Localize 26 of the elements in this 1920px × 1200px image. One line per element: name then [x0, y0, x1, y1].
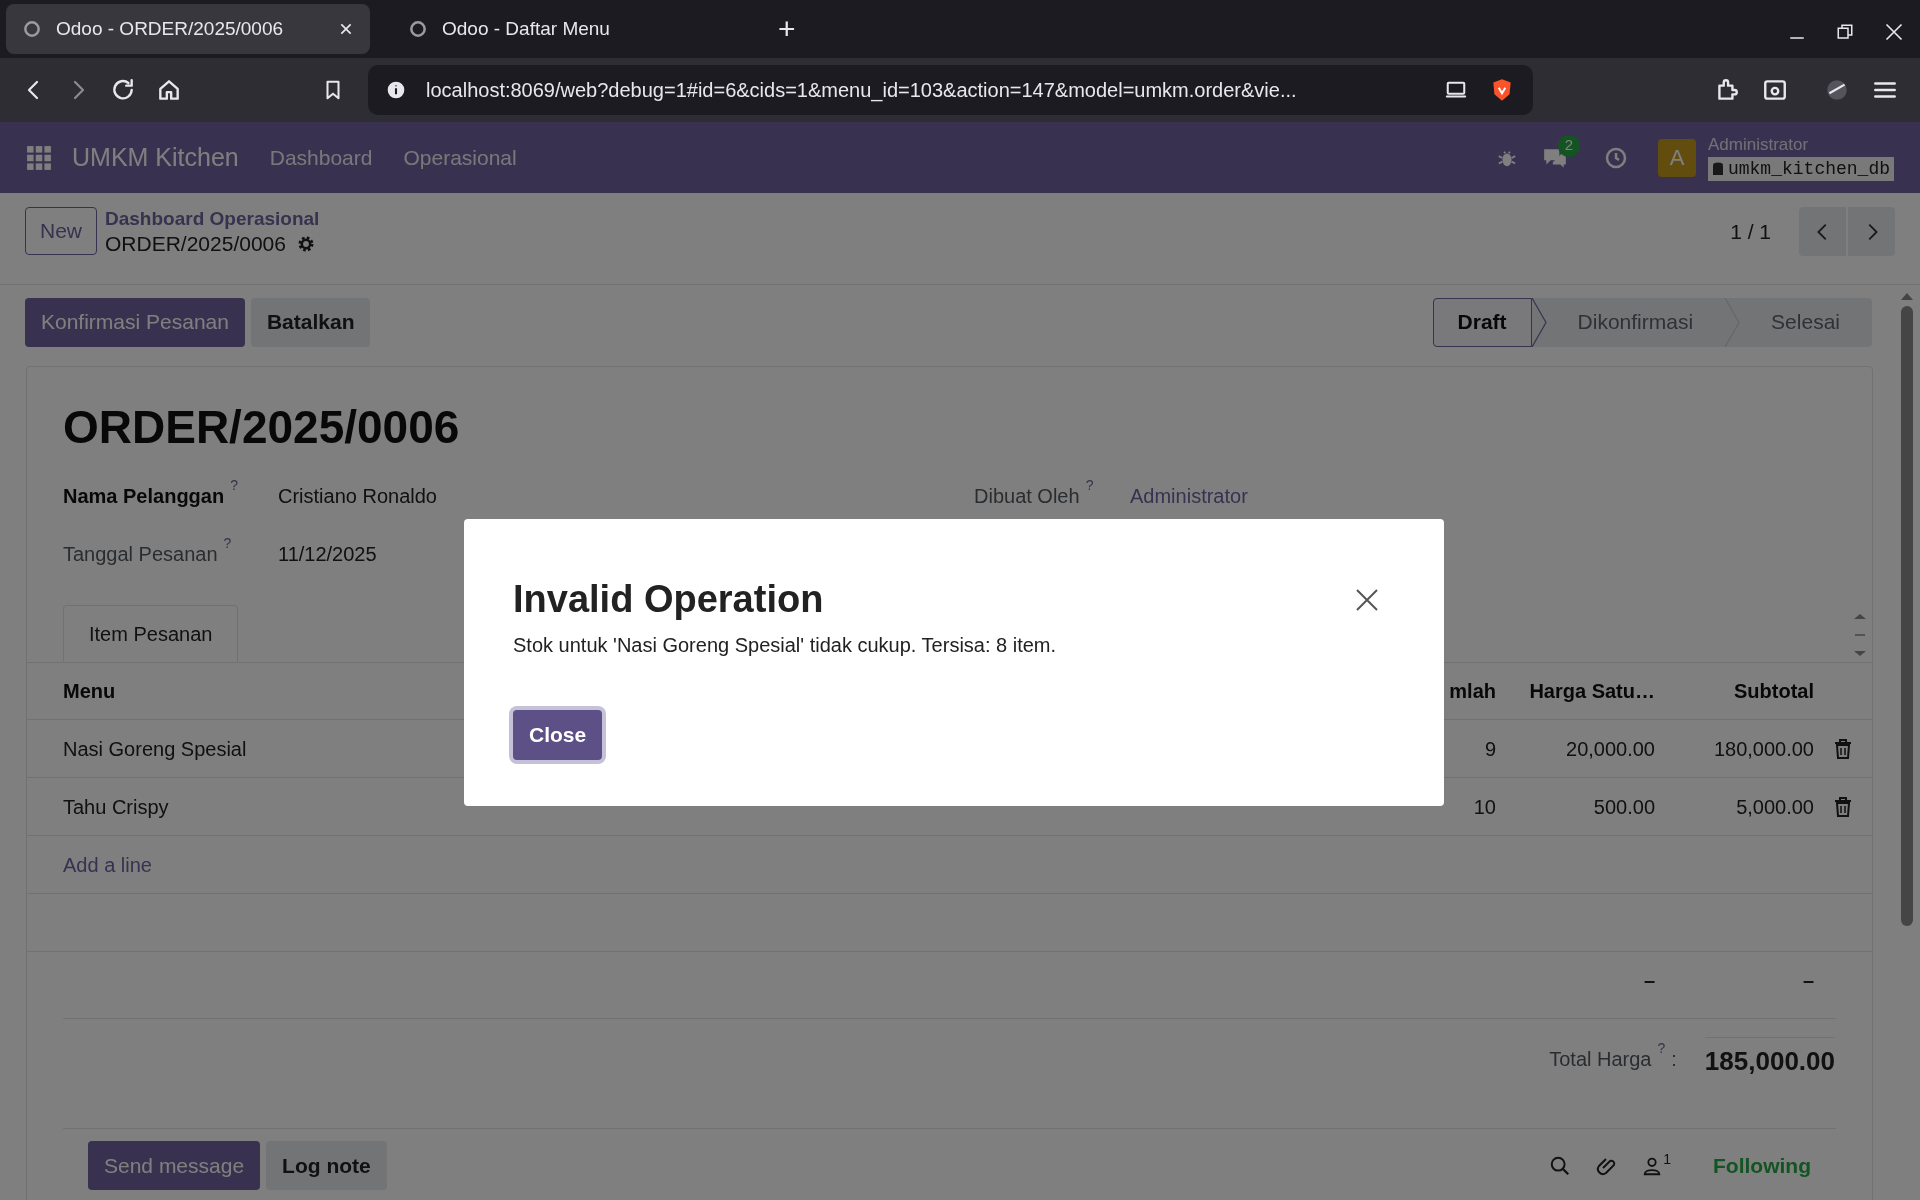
total-colon: : — [1671, 1046, 1677, 1072]
field-label: Nama Pelanggan — [63, 484, 225, 509]
table-cell-text: 9 — [1483, 736, 1496, 762]
sum-cell-text: – — [1801, 968, 1814, 993]
table-cell-text: 500.00 — [1592, 794, 1655, 820]
field-label: Tanggal Pesanan — [63, 542, 218, 567]
notification-badge: 2 — [1557, 134, 1580, 157]
sum-cell-text: – — [1642, 968, 1655, 993]
database-name: umkm_kitchen_db — [1727, 157, 1890, 181]
table-cell: Tahu Crispy — [63, 795, 169, 818]
dialog-title: Invalid Operation — [513, 577, 824, 622]
total-value: 185,000.00 — [1704, 1036, 1835, 1081]
table-cell-text: 180,000.00 — [1712, 736, 1814, 762]
table-cell: Nasi Goreng Spesial — [63, 737, 247, 760]
field-value: Cristiano Ronaldo — [278, 484, 437, 509]
field-label: Dibuat Oleh — [974, 484, 1080, 509]
total-label: Total Harga — [1549, 1046, 1652, 1072]
follower-count: 1 — [1663, 1149, 1671, 1169]
table-cell-text: 10 — [1472, 794, 1496, 820]
table-cell-text: 20,000.00 — [1565, 736, 1655, 762]
pager-value: 1 / 1 — [1730, 218, 1771, 245]
table-cell-text: 5,000.00 — [1735, 794, 1814, 820]
dialog-message: Stok untuk 'Nasi Goreng Spesial' tidak cukup. Tersisa: 8 item. — [513, 633, 1058, 658]
record-title: ORDER/2025/0006 — [63, 400, 461, 455]
field-value: 11/12/2025 — [278, 542, 377, 567]
record-name: ORDER/2025/0006 — [105, 230, 286, 257]
